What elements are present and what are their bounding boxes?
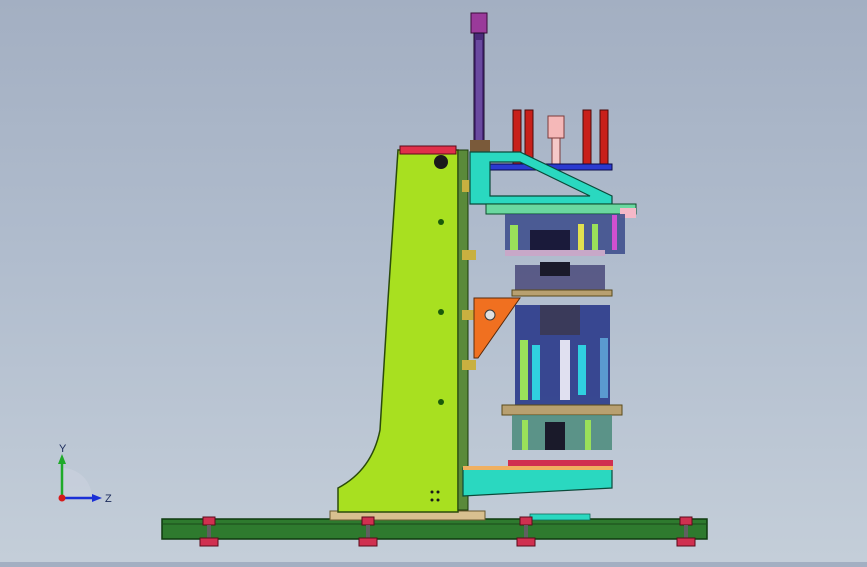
vertical-cylinder <box>470 12 490 154</box>
y-axis-arrowhead <box>58 454 66 464</box>
y-axis-label: Y <box>59 443 67 455</box>
z-axis-arrowhead <box>92 494 102 502</box>
machine-assembly-model[interactable] <box>0 0 867 562</box>
middle-fixture <box>511 262 613 297</box>
column-side-rail <box>457 149 469 511</box>
main-column <box>337 149 459 513</box>
base-beam <box>161 518 708 540</box>
lower-fixture-assembly <box>501 305 623 468</box>
z-axis-label: Z <box>105 493 112 505</box>
triad-quadrant <box>62 468 92 498</box>
x-axis-origin <box>58 494 66 502</box>
orange-gusset <box>473 297 521 359</box>
cad-viewport[interactable]: Y Z <box>0 0 867 562</box>
lower-cyan-bracket <box>462 467 613 497</box>
upper-tooling <box>505 214 625 256</box>
view-orientation-triad[interactable]: Y Z <box>40 440 120 510</box>
